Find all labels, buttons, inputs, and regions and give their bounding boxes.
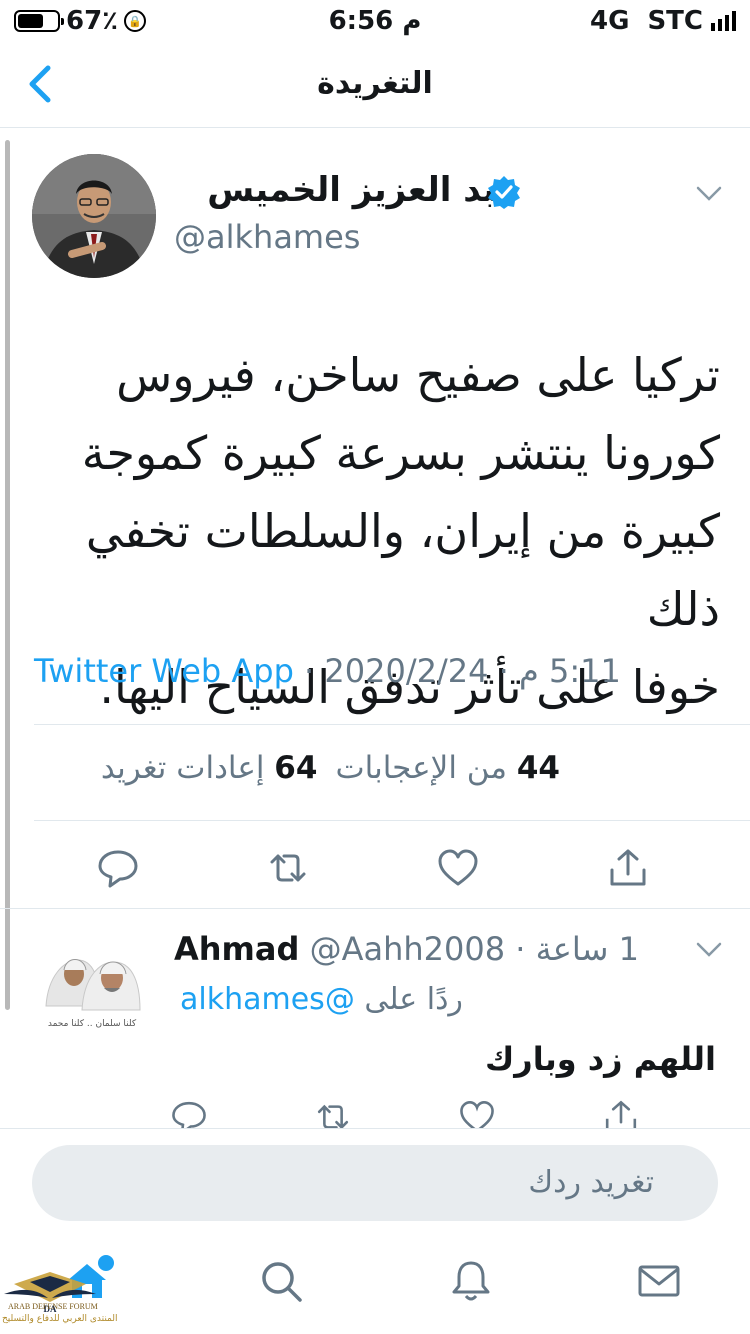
verified-badge-icon (488, 176, 520, 209)
retweets-count: 64 (274, 750, 318, 786)
like-heart-icon[interactable] (436, 846, 480, 890)
avatar-caption: كلنا سلمان .. كلنا محمد (48, 1019, 137, 1029)
replying-label: ردًا على (364, 982, 463, 1017)
messages-envelope-icon[interactable] (636, 1258, 682, 1304)
replying-to: ردًا على @alkhames (180, 982, 463, 1017)
reply-separator: · (515, 930, 526, 968)
reply-avatar[interactable]: كلنا سلمان .. كلنا محمد (38, 926, 146, 1034)
status-right: 4G STC (590, 6, 736, 36)
status-bar: 67٪ 🔒 6:56 م 4G STC (0, 0, 750, 42)
author-avatar[interactable] (32, 154, 156, 278)
avatar-photo (32, 154, 156, 278)
likes-stat[interactable]: 44 من الإعجابات (335, 750, 560, 786)
meta-separator: · (498, 652, 509, 690)
tweet-separator (0, 908, 750, 909)
tweet-line: كبيرة من إيران، والسلطات تخفي ذلك (85, 504, 720, 636)
tweet-date: 2020/2/24 (324, 652, 489, 690)
carrier-label: STC (647, 6, 703, 36)
likes-label: من الإعجابات (335, 750, 507, 786)
tweet-source-link[interactable]: Twitter Web App (34, 652, 294, 690)
scroll-indicator (5, 140, 10, 1010)
notifications-bell-icon[interactable] (448, 1258, 494, 1304)
tweet-options-chevron-icon[interactable] (696, 186, 722, 202)
divider (34, 724, 750, 725)
nav-bar: التغريدة (0, 42, 750, 128)
reply-header: Ahmad @Aahh2008 · 1 ساعة (174, 930, 639, 968)
retweets-label: إعادات تغريد (100, 750, 265, 786)
network-type: 4G (590, 6, 630, 36)
page-title: التغريدة (317, 66, 433, 101)
watermark-title: ARAB DEFENSE FORUM (8, 1302, 98, 1311)
likes-count: 44 (516, 750, 560, 786)
search-icon[interactable] (258, 1258, 304, 1304)
author-name[interactable]: عبد العزيز الخميس (207, 170, 520, 210)
home-notification-dot (98, 1255, 114, 1271)
tweet-stats: 44 من الإعجابات 64 إعادات تغريد (101, 750, 560, 786)
reply-icon[interactable] (96, 846, 140, 890)
reply-avatar-picture: كلنا سلمان .. كلنا محمد (38, 926, 146, 1034)
reply-input[interactable]: تغريد ردك (32, 1145, 718, 1221)
watermark-subtitle: المنتدى العربي للدفاع والتسليح (2, 1314, 118, 1324)
reply-body: اللهم زد وبارك (484, 1040, 716, 1078)
reply-author-handle[interactable]: @Aahh2008 (310, 930, 506, 968)
signal-bars-icon (711, 11, 736, 31)
reply-options-chevron-icon[interactable] (696, 942, 722, 958)
retweets-stat[interactable]: 64 إعادات تغريد (101, 750, 318, 786)
reply-composer-bar: تغريد ردك (0, 1128, 750, 1238)
author-handle[interactable]: @alkhames (174, 218, 360, 256)
tweet-line: تركيا على صفيح ساخن، فيروس (116, 348, 720, 402)
tweet-time: 5:11 م (518, 652, 621, 690)
divider (34, 820, 750, 821)
tweet-line: كورونا ينتشر بسرعة كبيرة كموجة (81, 426, 720, 480)
retweet-icon[interactable] (266, 846, 310, 890)
reply-author-name[interactable]: Ahmad (174, 930, 299, 968)
carrier-name: STC (647, 6, 736, 36)
reply-time: 1 ساعة (535, 930, 639, 968)
meta-separator: · (304, 652, 315, 690)
replying-to-handle[interactable]: @alkhames (180, 982, 355, 1017)
tweet-meta: Twitter Web App · 2020/2/24 · 5:11 م (34, 652, 621, 690)
share-icon[interactable] (606, 846, 650, 890)
